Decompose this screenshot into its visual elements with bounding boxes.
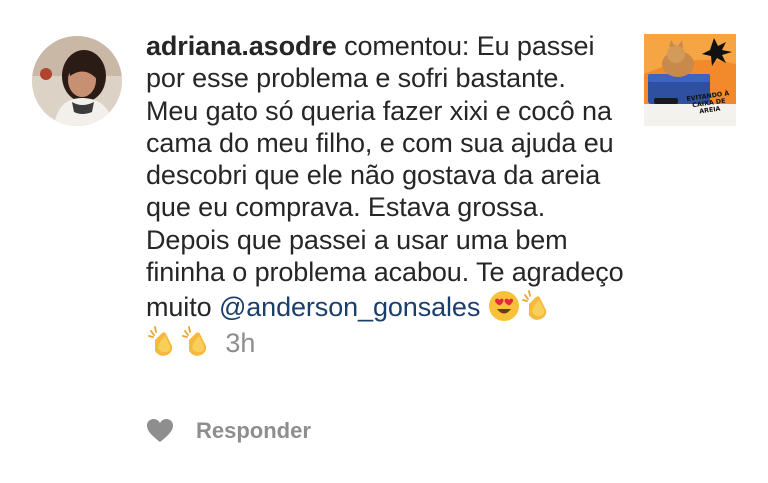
heart-icon[interactable] bbox=[146, 418, 174, 444]
heart-eyes-emoji-icon bbox=[488, 290, 520, 322]
mention-link[interactable]: @anderson_gonsales bbox=[219, 292, 480, 322]
commenter-avatar[interactable] bbox=[32, 36, 122, 126]
post-thumbnail[interactable]: EVITANDO À CAIXA DE AREIA bbox=[644, 34, 736, 126]
reply-button[interactable]: Responder bbox=[196, 418, 311, 444]
comment-verb: comentou: bbox=[344, 31, 470, 61]
comment-message: Eu passei por esse problema e sofri bast… bbox=[146, 31, 624, 323]
clapping-hands-emoji-icon bbox=[180, 324, 214, 358]
avatar-photo bbox=[32, 36, 122, 126]
comment-timestamp: 3h bbox=[225, 327, 256, 358]
comment-text: adriana.asodre comentou: Eu passei por e… bbox=[146, 30, 624, 359]
clapping-hands-emoji-icon bbox=[520, 288, 554, 322]
comment-actions: Responder bbox=[146, 418, 311, 444]
clapping-hands-emoji-icon bbox=[146, 324, 180, 358]
commenter-username[interactable]: adriana.asodre bbox=[146, 31, 337, 61]
